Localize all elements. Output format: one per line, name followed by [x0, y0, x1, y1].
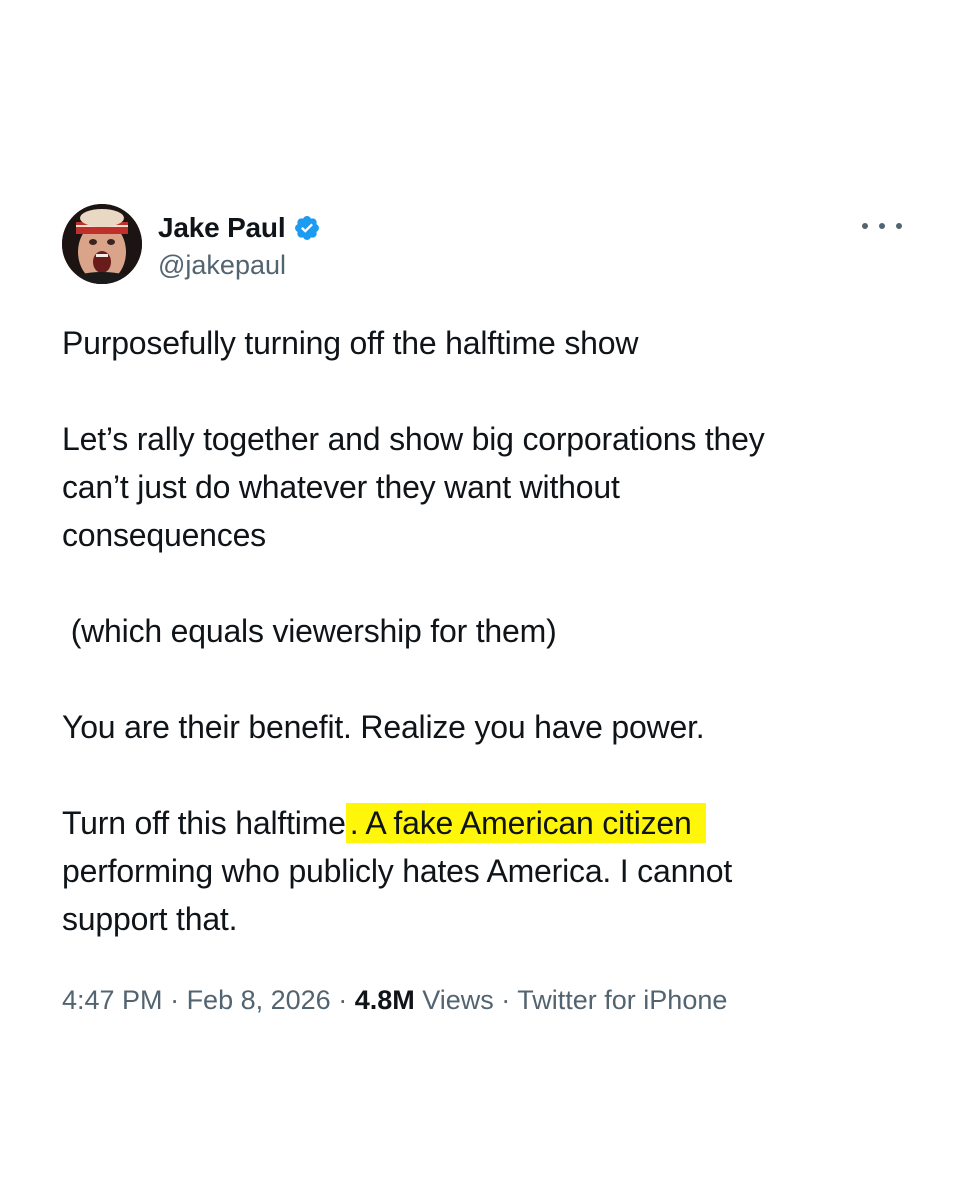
tweet-line: performing who publicly hates America. I… [62, 853, 733, 889]
tweet-meta: 4:47 PM · Feb 8, 2026 · 4.8M Views · Twi… [62, 985, 902, 1016]
more-dot [896, 223, 902, 229]
meta-separator: · [493, 985, 518, 1015]
author-handle[interactable]: @jakepaul [158, 250, 321, 281]
tweet-line: Purposefully turning off the halftime sh… [62, 325, 639, 361]
tweet-line: Turn off this halftime. A fake American … [62, 799, 902, 847]
views-count[interactable]: 4.8M [355, 985, 415, 1015]
meta-separator: · [330, 985, 355, 1015]
tweet-text-segment: Turn off this halftime [62, 805, 346, 841]
tweet-text: Purposefully turning off the halftime sh… [62, 319, 902, 943]
tweet-line: Let’s rally together and show big corpor… [62, 421, 765, 457]
author-names: Jake Paul @jakepaul [158, 210, 321, 281]
display-name-row: Jake Paul [158, 210, 321, 246]
tweet: Jake Paul @jakepaul Purposefully turning… [62, 204, 902, 1016]
tweet-line: You are their benefit. Realize you have … [62, 709, 705, 745]
more-dot [879, 223, 885, 229]
tweet-line: can’t just do whatever they want without [62, 469, 620, 505]
tweet-line: (which equals viewership for them) [62, 613, 557, 649]
tweet-date[interactable]: Feb 8, 2026 [187, 985, 331, 1015]
more-options-icon[interactable] [862, 216, 902, 236]
verified-badge-icon [293, 214, 321, 242]
display-name[interactable]: Jake Paul [158, 212, 286, 244]
tweet-source[interactable]: Twitter for iPhone [517, 985, 727, 1015]
avatar[interactable] [62, 204, 142, 284]
tweet-line: consequences [62, 517, 266, 553]
tweet-header: Jake Paul @jakepaul [62, 204, 902, 288]
meta-separator: · [162, 985, 187, 1015]
highlight-phrase: A fake American citizen [358, 805, 692, 841]
views-label[interactable]: Views [415, 985, 494, 1015]
tweet-time[interactable]: 4:47 PM [62, 985, 163, 1015]
highlighted-text: . A fake American citizen [345, 803, 706, 843]
more-dot [862, 223, 868, 229]
tweet-line: support that. [62, 901, 238, 937]
